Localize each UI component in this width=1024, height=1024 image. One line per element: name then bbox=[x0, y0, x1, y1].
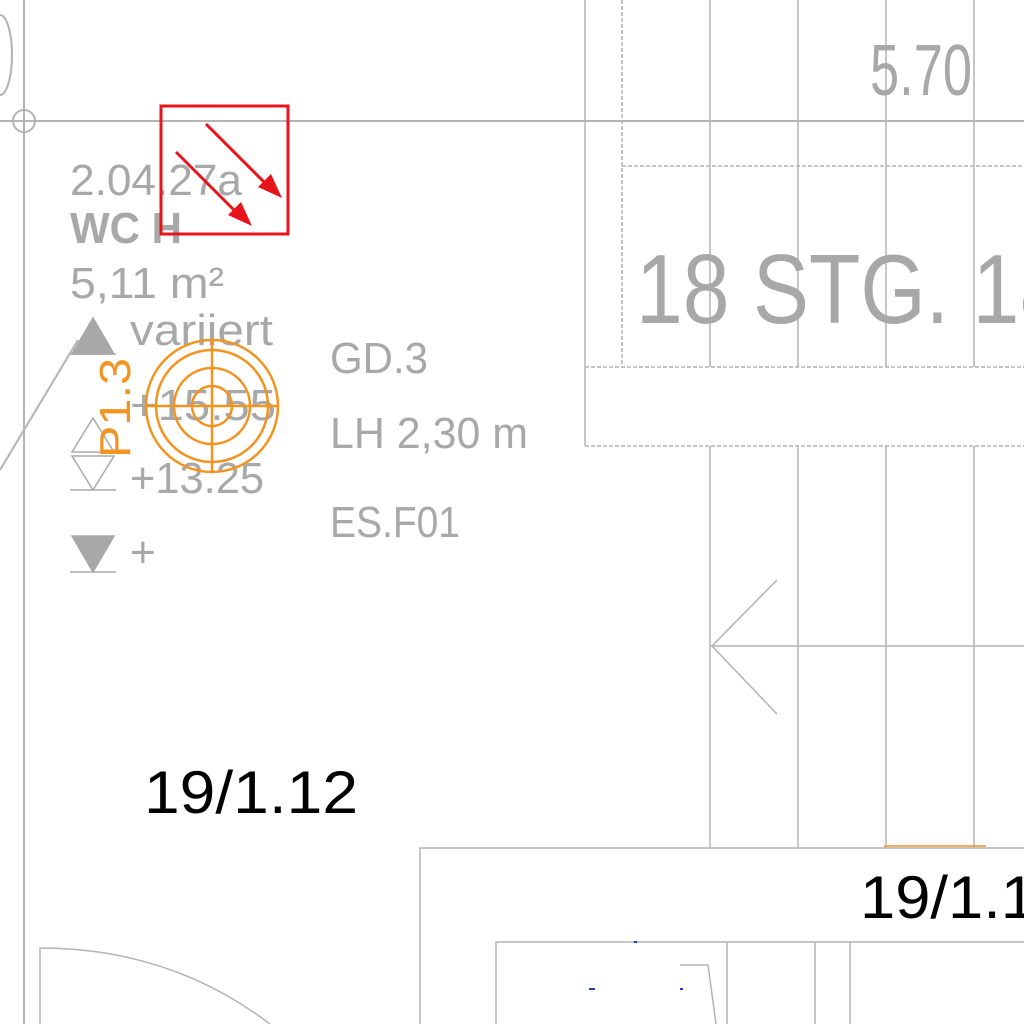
room-name: WC H bbox=[70, 204, 182, 253]
level-bottom: +13.25 bbox=[130, 454, 264, 503]
smoke-detector-icon bbox=[144, 338, 280, 474]
stair-steps: 18 STG. 18 bbox=[636, 234, 1024, 344]
tag-gd: GD.3 bbox=[330, 334, 428, 383]
tag-labels: GD.3 LH 2,30 m ES.F01 bbox=[330, 334, 528, 547]
floor-plan: 2.04.27a WC H 5,11 m² variiert +15.55 +1… bbox=[0, 0, 1024, 1024]
room-inner-outline bbox=[495, 941, 1024, 1024]
tag-lh: LH 2,30 m bbox=[330, 409, 528, 458]
stair-zone bbox=[584, 0, 1024, 848]
stair-direction-arrow bbox=[710, 579, 778, 715]
triangle-down-icon bbox=[70, 535, 116, 574]
triangle-down-outline-icon bbox=[70, 455, 116, 492]
plot-label-a: 19/1.12 bbox=[144, 759, 358, 826]
arc-top-left bbox=[0, 14, 13, 96]
level-floor: + bbox=[130, 528, 156, 577]
room-area: 5,11 m² bbox=[70, 259, 224, 308]
diagonal-wall bbox=[0, 339, 79, 471]
fixture-outline bbox=[680, 964, 717, 1024]
plot-label-b: 19/1.1 bbox=[860, 864, 1024, 931]
tag-es: ES.F01 bbox=[330, 498, 460, 547]
level-note: variiert bbox=[130, 306, 273, 355]
door-swing-arc bbox=[39, 947, 271, 1024]
room-number: 2.04.27a bbox=[70, 156, 243, 205]
p-code-label: P1.3 bbox=[91, 358, 140, 458]
triangle-up-icon bbox=[70, 316, 116, 355]
stair-dimension: 5.70 bbox=[870, 31, 972, 111]
